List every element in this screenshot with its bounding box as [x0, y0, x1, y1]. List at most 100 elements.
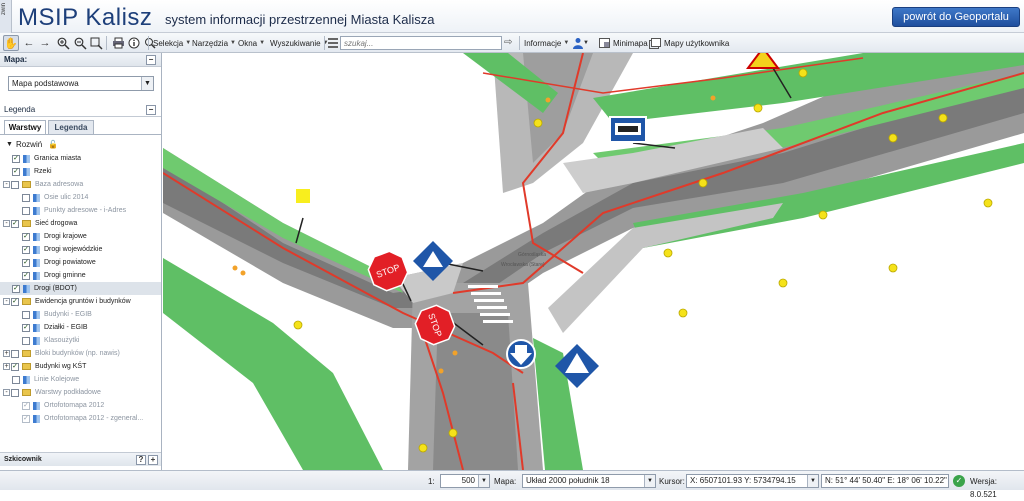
collapse-header-tab[interactable]: zwiń [0, 0, 12, 33]
layer-checkbox[interactable] [11, 349, 19, 358]
layer-row[interactable]: ✓ Drogi gminne [0, 269, 161, 282]
layer-row[interactable]: ✓ Drogi krajowe [0, 230, 161, 243]
layer-row[interactable]: Linie Kolejowe [0, 373, 161, 386]
collapse-minus-icon[interactable]: - [3, 298, 10, 305]
minimap-button[interactable]: Minimapa [611, 35, 650, 51]
forward-arrow-icon[interactable]: → [37, 35, 53, 51]
layer-checkbox[interactable] [22, 193, 30, 202]
layer-checkbox[interactable]: ✓ [22, 232, 30, 241]
expand-all-button[interactable]: Rozwiń [16, 140, 42, 149]
crs-select[interactable]: Układ 2000 południk 18 ▼ [522, 474, 656, 488]
tab-warstwy[interactable]: Warstwy [4, 120, 46, 134]
user-maps-icon[interactable] [647, 35, 663, 51]
menu-narzedzia[interactable]: Narzędzia ▼ [190, 35, 238, 51]
layer-label: Ewidencja gruntów i budynków [35, 298, 131, 305]
layer-checkbox[interactable] [11, 180, 19, 189]
tab-divider [0, 134, 161, 135]
expand-plus-icon[interactable]: + [3, 350, 10, 357]
back-to-geoportal-button[interactable]: powrót do Geoportalu [892, 7, 1020, 27]
layer-row[interactable]: - Warstwy podkładowe [0, 386, 161, 399]
info-icon[interactable] [126, 35, 142, 51]
expand-panel-button[interactable]: + [148, 455, 158, 465]
layer-checkbox[interactable]: ✓ [22, 245, 30, 254]
zoom-out-icon[interactable] [72, 35, 88, 51]
expand-plus-icon[interactable]: + [3, 363, 10, 370]
zoom-in-icon[interactable] [55, 35, 71, 51]
zoom-extent-icon[interactable] [88, 35, 104, 51]
menu-okna[interactable]: Okna ▼ [236, 35, 267, 51]
search-input[interactable] [340, 36, 502, 50]
layer-checkbox[interactable] [22, 206, 30, 215]
layer-row[interactable]: ✓ Drogi powiatowe [0, 256, 161, 269]
menu-informacje[interactable]: Informacje ▼ [522, 35, 571, 51]
layer-checkbox[interactable]: ✓ [22, 271, 30, 280]
layer-checkbox[interactable]: ✓ [12, 154, 20, 163]
search-go-icon[interactable]: ⇨ [504, 36, 516, 50]
tab-legenda[interactable]: Legenda [48, 120, 94, 134]
expand-triangle-icon[interactable]: ▼ [6, 141, 13, 148]
layer-row[interactable]: Budynki - EGIB [0, 308, 161, 321]
collapse-panel-button[interactable]: − [146, 55, 156, 65]
layer-label: Ortofotomapa 2012 [44, 402, 105, 409]
layer-checkbox[interactable]: ✓ [12, 284, 20, 293]
collapse-legend-button[interactable]: − [146, 105, 156, 115]
basemap-select[interactable]: Mapa podstawowa ▼ [8, 76, 154, 91]
layer-checkbox[interactable]: ✓ [22, 401, 30, 410]
chevron-down-icon[interactable]: ▼ [478, 475, 489, 487]
layer-row[interactable]: ✓ Ortofotomapa 2012 [0, 399, 161, 412]
street-label: Górnośląska [518, 252, 546, 258]
layer-checkbox[interactable] [22, 336, 30, 345]
layer-label: Budynki - EGIB [44, 311, 92, 318]
print-icon[interactable] [110, 35, 126, 51]
layer-checkbox[interactable]: ✓ [11, 219, 19, 228]
scale-select[interactable]: 500 ▼ [440, 474, 490, 488]
chevron-down-icon[interactable]: ▼ [644, 475, 655, 487]
collapse-minus-icon[interactable]: - [3, 220, 10, 227]
layer-checkbox[interactable]: ✓ [11, 362, 19, 371]
layer-checkbox[interactable] [12, 375, 20, 384]
layer-checkbox[interactable]: ✓ [22, 323, 30, 332]
back-arrow-icon[interactable]: ← [21, 35, 37, 51]
layer-row[interactable]: - Baza adresowa [0, 178, 161, 191]
layer-label: Granica miasta [34, 155, 82, 162]
layer-row[interactable]: - ✓ Ewidencja gruntów i budynków [0, 295, 161, 308]
layer-row[interactable]: ✓ Granica miasta [0, 152, 161, 165]
help-button[interactable]: ? [136, 455, 146, 465]
collapse-minus-icon[interactable]: - [3, 389, 10, 396]
layer-row[interactable]: + Bloki budynków (np. nawis) [0, 347, 161, 360]
layer-row[interactable]: Punkty adresowe - i-Adres [0, 204, 161, 217]
layer-label: Działki - EGIB [44, 324, 88, 331]
layer-row[interactable]: ✓ Rzeki [0, 165, 161, 178]
chevron-down-icon[interactable]: ▼ [141, 77, 153, 90]
caret-down-icon[interactable]: ▼ [582, 35, 590, 51]
layer-row[interactable]: - ✓ Sieć drogowa [0, 217, 161, 230]
left-panel: Mapa: − Mapa podstawowa ▼ Legenda − Wars… [0, 53, 162, 470]
chevron-down-icon[interactable]: ▼ [807, 475, 818, 487]
folder-icon [22, 220, 31, 227]
menu-wyszukiwanie[interactable]: Wyszukiwanie ▼ [268, 35, 331, 51]
pan-hand-icon[interactable]: ✋ [3, 35, 19, 51]
layer-row[interactable]: ✓ Drogi (BDOT) [0, 282, 161, 295]
layer-row[interactable]: Osie ulic 2014 [0, 191, 161, 204]
cursor-xy-field[interactable]: X: 6507101.93 Y: 5734794.15 ▼ [686, 474, 819, 488]
layer-checkbox[interactable]: ✓ [22, 258, 30, 267]
layer-row[interactable]: ✓ Ortofotomapa 2012 - zgeneral... [0, 412, 161, 425]
layer-row[interactable]: Klasoużytki [0, 334, 161, 347]
unlock-icon[interactable]: 🔓 [48, 140, 58, 149]
list-menu-icon[interactable] [328, 38, 338, 48]
layer-row[interactable]: + ✓ Budynki wg KŚT [0, 360, 161, 373]
layer-checkbox[interactable]: ✓ [22, 414, 30, 423]
layer-checkbox[interactable]: ✓ [12, 167, 20, 176]
layer-checkbox[interactable] [22, 310, 30, 319]
layer-row[interactable]: ✓ Drogi wojewódzkie [0, 243, 161, 256]
minimap-icon[interactable] [596, 35, 612, 51]
layer-checkbox[interactable]: ✓ [11, 297, 19, 306]
user-maps-button[interactable]: Mapy użytkownika [662, 35, 731, 51]
layer-icon [33, 193, 40, 202]
menu-selekcja[interactable]: Selekcja ▼ [151, 35, 193, 51]
collapse-minus-icon[interactable]: - [3, 181, 10, 188]
layer-row[interactable]: ✓ Działki - EGIB [0, 321, 161, 334]
status-bar: 1: 500 ▼ Mapa: Układ 2000 południk 18 ▼ … [0, 470, 1024, 499]
layer-checkbox[interactable] [11, 388, 19, 397]
map-canvas[interactable]: STOP STOP Górnośląska Wrocławska (Stare) [163, 53, 1024, 470]
